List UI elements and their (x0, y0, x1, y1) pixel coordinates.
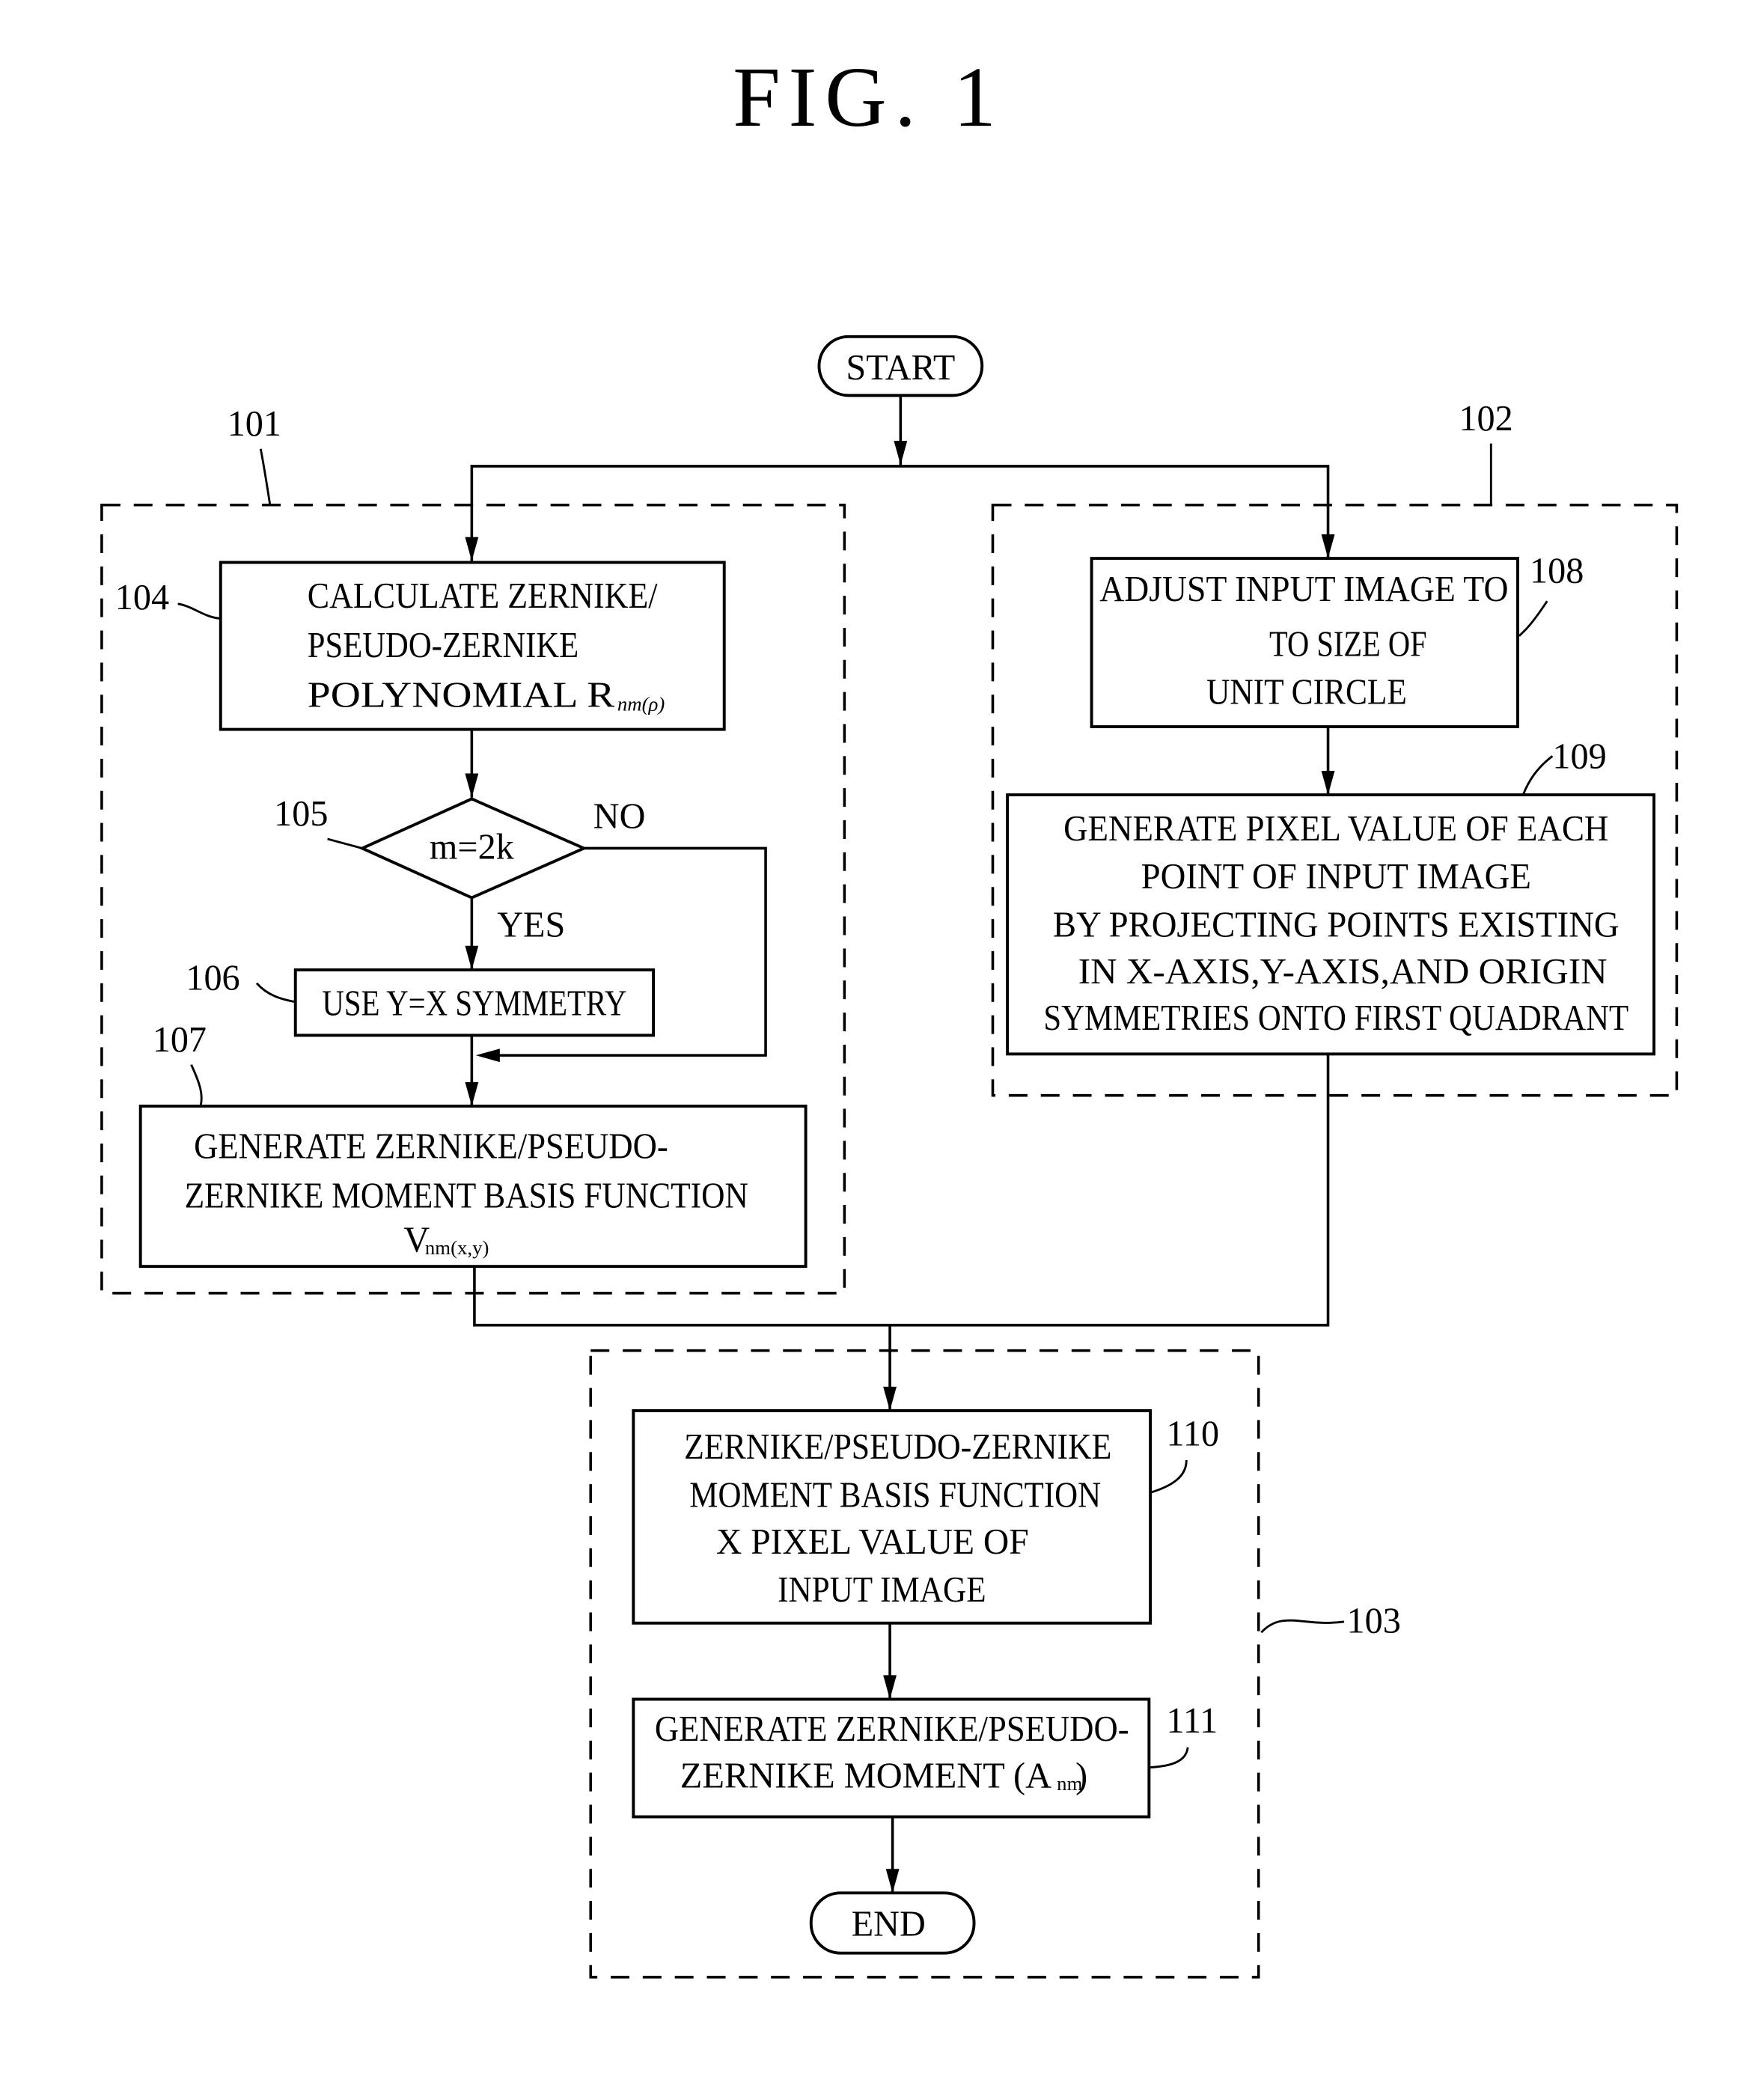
step-109-line-4: IN X-AXIS,Y-AXIS,AND ORIGIN (1078, 952, 1608, 992)
step-104-leader (177, 602, 221, 620)
step-109-line-3: BY PROJECTING POINTS EXISTING (1053, 905, 1620, 944)
step-104-ref: 104 (115, 578, 169, 617)
arrow-head (1321, 770, 1335, 796)
flowchart-canvas: FIG. 1 START 101 102 CALCULATE ZERNIKE/ … (100, 49, 1679, 1979)
arrow-head (465, 537, 479, 561)
arrow-head (465, 945, 479, 970)
group-101-leader (259, 448, 272, 505)
step-107-leader (190, 1064, 203, 1107)
arrow-head (475, 1049, 500, 1063)
end-label: END (852, 1904, 926, 1944)
step-111-line-2: ZERNIKE MOMENT (A (680, 1756, 1051, 1795)
step-106-ref: 106 (186, 959, 239, 998)
step-104-line-3: POLYNOMIAL R (308, 675, 616, 715)
step-110-line-1: ZERNIKE/PSEUDO-ZERNIKE (684, 1427, 1111, 1467)
step-111-leader (1150, 1747, 1189, 1768)
group-101-ref: 101 (228, 404, 281, 444)
arrow-head (1321, 534, 1335, 559)
figure-title: FIG. 1 (733, 49, 1004, 144)
arrow-head (894, 441, 908, 466)
step-104-subscript: nm(ρ) (617, 693, 665, 715)
decision-105-leader (327, 837, 363, 849)
step-107-line-2: ZERNIKE MOMENT BASIS FUNCTION (185, 1176, 748, 1216)
step-106-line-1: USE Y=X SYMMETRY (322, 984, 626, 1024)
step-108-line-2: TO SIZE OF (1269, 624, 1427, 664)
step-108-line-3: UNIT CIRCLE (1206, 673, 1407, 712)
start-label: START (846, 348, 955, 388)
group-102-ref: 102 (1459, 399, 1512, 439)
connector-split (470, 465, 1330, 561)
arrow-head (465, 1081, 479, 1106)
step-107-line-1: GENERATE ZERNIKE/PSEUDO- (194, 1127, 668, 1167)
step-108-ref: 108 (1530, 551, 1584, 590)
step-111-line-1: GENERATE ZERNIKE/PSEUDO- (655, 1709, 1129, 1749)
step-109-line-5: SYMMETRIES ONTO FIRST QUADRANT (1043, 998, 1628, 1038)
decision-no-label: NO (593, 797, 646, 837)
arrow-head (465, 773, 479, 798)
step-110-line-2: MOMENT BASIS FUNCTION (689, 1475, 1101, 1515)
step-110-line-4: INPUT IMAGE (778, 1570, 986, 1610)
group-103-ref: 103 (1347, 1601, 1401, 1640)
arrow-head (885, 1869, 900, 1893)
step-109-line-2: POINT OF INPUT IMAGE (1141, 857, 1531, 897)
step-109-line-1: GENERATE PIXEL VALUE OF EACH (1063, 809, 1608, 849)
arrow-head (883, 1386, 897, 1411)
step-110-leader (1151, 1459, 1188, 1494)
step-109-ref: 109 (1552, 736, 1606, 776)
decision-yes-label: YES (497, 905, 565, 944)
step-104-line-2: PSEUDO-ZERNIKE (308, 626, 579, 665)
step-107-ref: 107 (153, 1020, 207, 1060)
step-108-leader (1518, 600, 1548, 637)
step-111-ref: 111 (1167, 1701, 1218, 1741)
step-111-suffix: ) (1075, 1756, 1087, 1795)
step-110-line-3: X PIXEL VALUE OF (716, 1522, 1029, 1562)
decision-105-condition: m=2k (430, 828, 515, 867)
group-103-leader (1260, 1619, 1345, 1634)
decision-105-ref: 105 (274, 794, 328, 834)
arrow-head (883, 1675, 897, 1700)
step-109-leader (1521, 755, 1554, 796)
step-106-leader (255, 982, 296, 1004)
step-107-subscript: nm(x,y) (425, 1236, 489, 1259)
step-104-line-1: CALCULATE ZERNIKE/ (308, 576, 658, 616)
step-108-line-1: ADJUST INPUT IMAGE TO (1099, 570, 1508, 609)
step-110-ref: 110 (1167, 1414, 1220, 1453)
